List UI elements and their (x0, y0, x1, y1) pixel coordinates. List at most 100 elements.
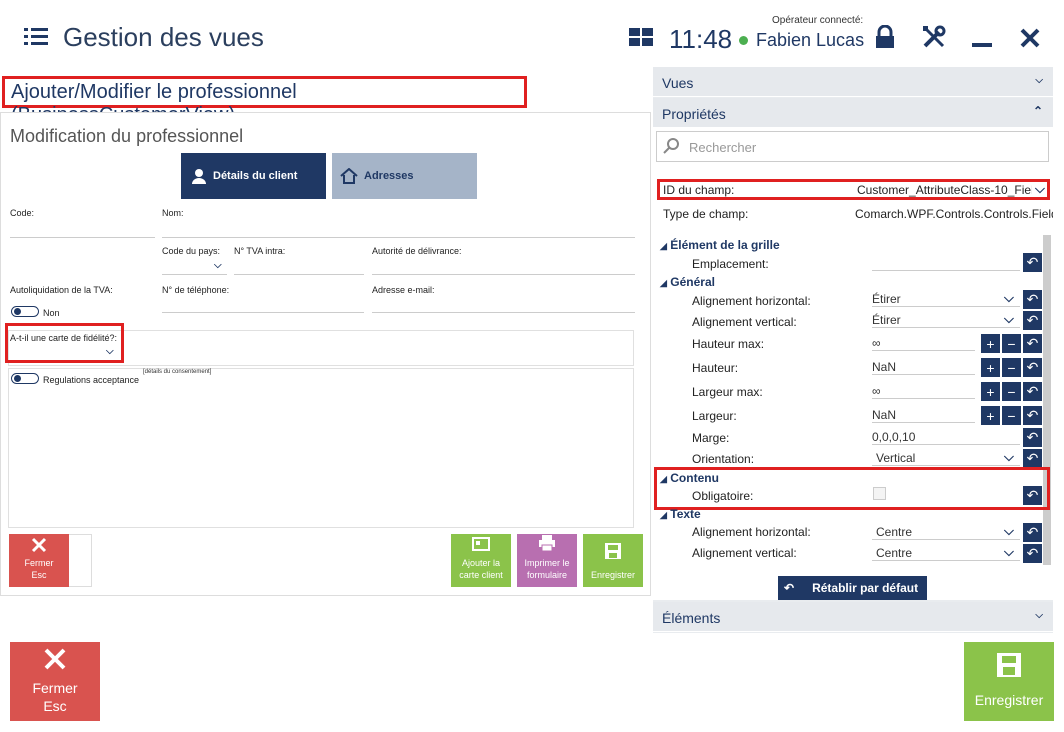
chevron-down-icon[interactable]: ⌵ (1004, 449, 1014, 465)
tab-addresses[interactable]: Adresses (332, 153, 477, 199)
code-label: Code: (10, 208, 35, 218)
v-align-select[interactable]: Étirer (872, 313, 1020, 328)
close-icon[interactable] (1020, 28, 1040, 48)
reset-icon[interactable]: ↶ (1023, 334, 1042, 353)
text-v-align-label: Alignement vertical: (692, 546, 797, 560)
section-content[interactable]: ◢ Contenu (660, 471, 719, 485)
operator-name: Fabien Lucas (756, 30, 865, 50)
vat-reverse-label: Autoliquidation de la TVA: (10, 285, 113, 295)
reset-icon[interactable]: ↶ (1023, 311, 1042, 330)
email-input[interactable] (372, 298, 635, 313)
operator-label: Opérateur connecté: (772, 15, 864, 26)
chevron-down-icon: ⌵ (1035, 75, 1043, 86)
close-button-large[interactable]: Fermer Esc (10, 642, 100, 721)
close-button[interactable]: Fermer Esc (9, 534, 69, 587)
grid-view-icon[interactable] (629, 28, 653, 46)
reset-icon[interactable]: ↶ (1023, 544, 1042, 563)
chevron-down-icon[interactable]: ⌵ (1004, 523, 1014, 539)
chevron-down-icon[interactable]: ⌵ (1004, 290, 1014, 306)
button-label: formulaire (526, 570, 567, 580)
save-button-small[interactable]: Enregistrer (583, 534, 643, 587)
reset-icon[interactable]: ↶ (1023, 358, 1042, 377)
loyalty-card-field[interactable] (5, 323, 124, 363)
max-height-input[interactable]: ∞ (872, 336, 975, 351)
authority-input[interactable] (372, 260, 635, 275)
close-button-spacer (69, 534, 92, 587)
reset-icon[interactable]: ↶ (1023, 523, 1042, 542)
reset-icon[interactable]: ↶ (1023, 449, 1042, 468)
text-h-align-label: Alignement horizontal: (692, 525, 811, 539)
name-input[interactable] (162, 222, 635, 238)
minus-icon[interactable]: − (1002, 382, 1021, 401)
orientation-select[interactable]: Vertical (872, 451, 1020, 466)
accordion-elements[interactable]: Éléments ⌵ (653, 602, 1053, 632)
section-general[interactable]: ◢ Général (660, 275, 715, 289)
accordion-label: Vues (662, 75, 694, 91)
collapse-icon: ◢ (660, 278, 667, 288)
search-icon (663, 138, 679, 154)
collapse-icon: ◢ (660, 474, 667, 484)
chevron-down-icon: ⌵ (1035, 610, 1043, 621)
field-id-value: Customer_AttributeClass-10_FieldC (857, 183, 1032, 197)
chevron-down-icon[interactable]: ⌵ (1004, 311, 1014, 327)
reset-icon[interactable]: ↶ (1023, 406, 1042, 425)
minus-icon[interactable]: − (1002, 334, 1021, 353)
accordion-views[interactable]: Vues ⌵ (653, 67, 1053, 97)
max-width-input[interactable]: ∞ (872, 384, 975, 399)
button-label: Fermer (24, 558, 54, 568)
chevron-up-icon: ⌃ (1032, 104, 1043, 118)
tools-icon[interactable] (921, 24, 947, 50)
reset-icon[interactable]: ↶ (1023, 428, 1042, 447)
text-h-align-select[interactable]: Centre (872, 525, 1020, 540)
plus-icon[interactable]: + (981, 406, 1000, 425)
code-input[interactable] (10, 222, 155, 238)
plus-icon[interactable]: + (981, 358, 1000, 377)
orientation-label: Orientation: (692, 452, 755, 466)
minus-icon[interactable]: − (1002, 358, 1021, 377)
text-v-align-select[interactable]: Centre (872, 546, 1020, 561)
emplacement-input[interactable] (872, 256, 1020, 271)
plus-icon[interactable]: + (981, 382, 1000, 401)
section-text[interactable]: ◢ Texte (660, 507, 701, 521)
phone-input[interactable] (162, 298, 364, 313)
plus-icon[interactable]: + (981, 334, 1000, 353)
chevron-down-icon[interactable]: ⌵ (106, 346, 114, 357)
vat-reverse-toggle[interactable] (11, 306, 39, 317)
section-label: Général (670, 275, 715, 289)
add-card-button[interactable]: Ajouter la carte client (451, 534, 511, 587)
height-input[interactable]: NaN (872, 360, 975, 375)
required-checkbox[interactable] (873, 487, 886, 500)
width-input[interactable]: NaN (872, 408, 975, 423)
reset-icon[interactable]: ↶ (1023, 382, 1042, 401)
properties-scrollbar[interactable] (1043, 235, 1051, 565)
h-align-select[interactable]: Étirer (872, 292, 1020, 307)
max-height-label: Hauteur max: (692, 337, 765, 351)
regulations-toggle[interactable] (11, 373, 39, 384)
chevron-down-icon[interactable]: ⌵ (1035, 181, 1045, 197)
minimize-icon[interactable] (972, 43, 992, 47)
section-label: Texte (670, 507, 701, 521)
collapse-icon: ◢ (660, 510, 667, 520)
chevron-down-icon[interactable]: ⌵ (1004, 544, 1014, 560)
lock-icon[interactable] (874, 25, 896, 49)
accordion-properties[interactable]: Propriétés ⌃ (653, 98, 1053, 128)
reset-default-button[interactable]: ↶ Rétablir par défaut (778, 576, 927, 600)
button-label: Esc (43, 698, 67, 714)
print-form-button[interactable]: Imprimer le formulaire (517, 534, 577, 587)
reset-icon[interactable]: ↶ (1023, 253, 1042, 272)
printer-icon (539, 535, 555, 551)
accordion-label: Éléments (662, 610, 721, 626)
tab-client-details[interactable]: Détails du client (181, 153, 326, 199)
consent-details-link[interactable]: [détails du consentement] (143, 369, 211, 375)
margin-input[interactable]: 0,0,0,10 (872, 430, 1020, 445)
save-button-large[interactable]: Enregistrer (964, 642, 1054, 721)
minus-icon[interactable]: − (1002, 406, 1021, 425)
reset-icon[interactable]: ↶ (1023, 290, 1042, 309)
chevron-down-icon[interactable]: ⌵ (214, 260, 222, 271)
phone-label: N° de téléphone: (162, 285, 230, 295)
reset-icon[interactable]: ↶ (1023, 486, 1042, 505)
hamburger-menu-icon[interactable] (24, 28, 48, 46)
button-label: Enregistrer (974, 692, 1044, 708)
section-grid[interactable]: ◢ Élément de la grille (660, 238, 780, 252)
vat-input[interactable] (234, 260, 364, 275)
